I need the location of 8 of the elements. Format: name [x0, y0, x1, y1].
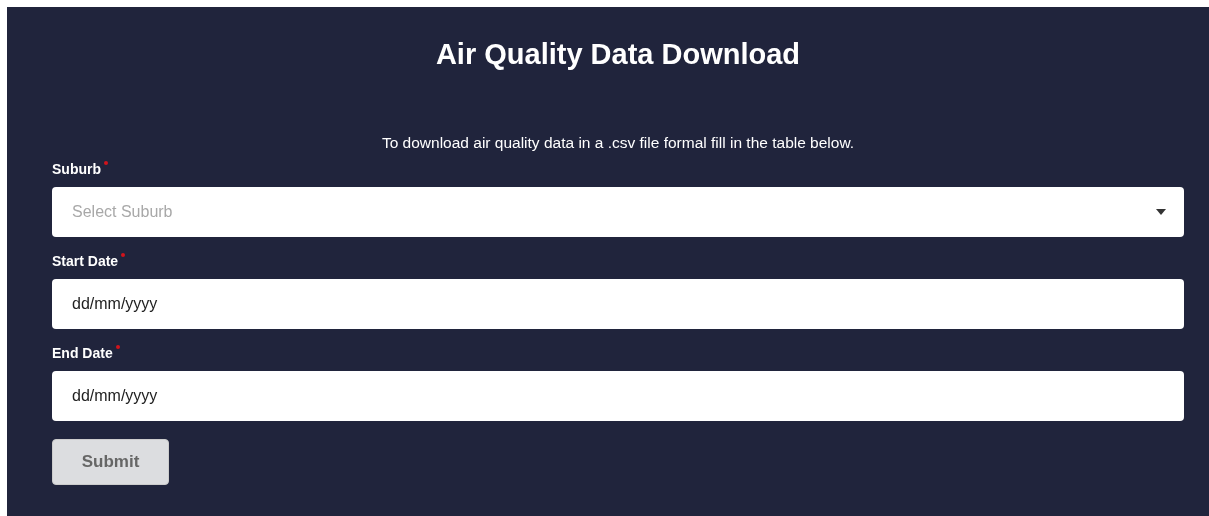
date-input[interactable]: dd/mm/yyyy — [52, 279, 1184, 329]
caret-icon — [1156, 209, 1166, 215]
field-label: End Date — [52, 344, 113, 363]
date-input[interactable]: dd/mm/yyyy — [52, 371, 1184, 421]
instructions-text: To download air quality data in a .csv file formal fill in the table below. — [380, 133, 856, 153]
field-label: Suburb — [52, 160, 101, 179]
page-title: Air Quality Data Download — [434, 37, 802, 71]
field-label: Start Date — [52, 252, 119, 271]
